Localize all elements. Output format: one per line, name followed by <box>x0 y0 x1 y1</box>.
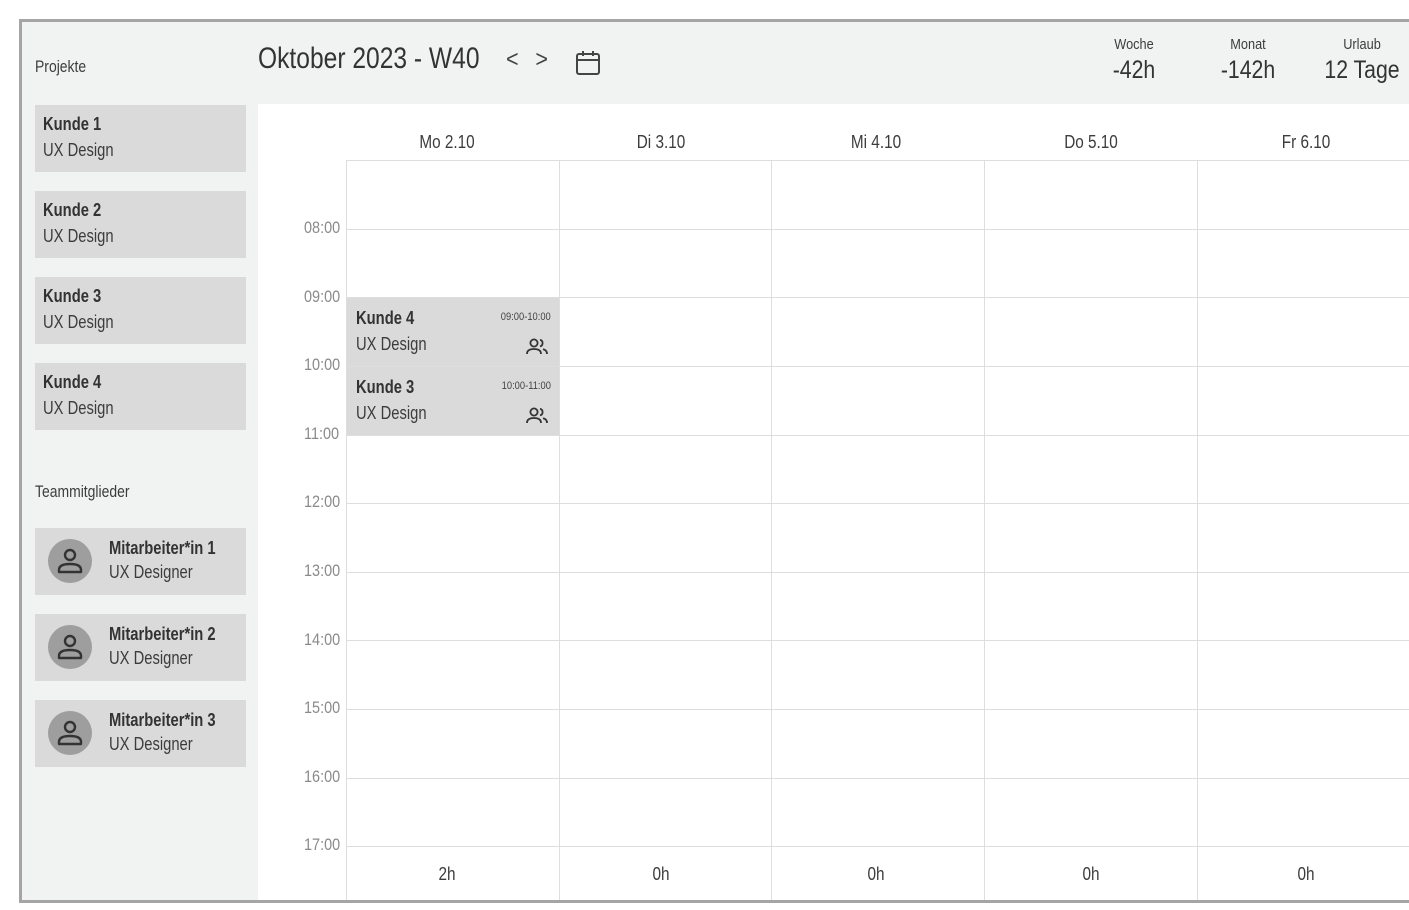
event-type: UX Design <box>356 403 427 423</box>
member-name: Mitarbeiter*in 2 <box>109 624 216 644</box>
calendar-icon[interactable] <box>575 50 601 76</box>
week-calendar: Mo 2.10 Di 3.10 Mi 4.10 Do 5.10 Fr 6.10 … <box>258 104 1409 900</box>
grid-line <box>346 229 1409 230</box>
stat-week: Woche -42h <box>1084 36 1184 85</box>
day-header-di: Di 3.10 <box>636 132 686 152</box>
grid-line <box>346 709 1409 710</box>
member-role: UX Designer <box>109 562 193 582</box>
grid-line <box>346 640 1409 641</box>
stat-value: -42h <box>1112 56 1156 84</box>
project-client: Kunde 1 <box>43 114 102 134</box>
grid-column-line <box>559 160 560 900</box>
grid-column-line <box>1197 160 1198 900</box>
page-title: Oktober 2023 - W40 <box>258 42 480 75</box>
people-icon <box>526 407 548 424</box>
hour-label: 08:00 <box>304 218 341 237</box>
stat-value: -142h <box>1220 56 1276 84</box>
stat-label: Woche <box>1114 36 1154 53</box>
hour-label: 15:00 <box>304 698 341 717</box>
hour-label: 17:00 <box>304 835 341 854</box>
grid-line <box>346 572 1409 573</box>
grid-line <box>346 778 1409 779</box>
member-name: Mitarbeiter*in 1 <box>109 538 216 558</box>
day-header-mo: Mo 2.10 <box>419 132 475 152</box>
day-total-mo: 2h <box>438 864 456 884</box>
team-heading: Teammitglieder <box>35 482 130 501</box>
stat-vacation: Urlaub 12 Tage <box>1302 36 1409 85</box>
event-kunde-4[interactable]: Kunde 4 09:00-10:00 UX Design <box>347 298 559 366</box>
member-card-2[interactable]: Mitarbeiter*in 2 UX Designer <box>35 614 246 681</box>
grid-column-line <box>771 160 772 900</box>
stat-value: 12 Tage <box>1324 56 1400 84</box>
project-client: Kunde 4 <box>43 372 102 392</box>
member-card-1[interactable]: Mitarbeiter*in 1 UX Designer <box>35 528 246 595</box>
hour-label: 11:00 <box>304 424 340 443</box>
hour-label: 09:00 <box>304 287 341 306</box>
sidebar: Projekte Kunde 1 UX Design Kunde 2 UX De… <box>22 22 258 900</box>
event-kunde-3[interactable]: Kunde 3 10:00-11:00 UX Design <box>347 367 559 435</box>
person-icon <box>57 720 83 746</box>
project-card-kunde-3[interactable]: Kunde 3 UX Design <box>35 277 246 344</box>
event-client: Kunde 3 <box>356 377 415 397</box>
event-time: 09:00-10:00 <box>501 311 551 323</box>
project-type: UX Design <box>43 398 114 418</box>
day-header-do: Do 5.10 <box>1064 132 1118 152</box>
grid-column-line <box>984 160 985 900</box>
header: Oktober 2023 - W40 < > Woche -42h Monat … <box>258 22 1409 104</box>
avatar <box>48 711 92 755</box>
week-navigation: < > <box>506 46 553 74</box>
member-name: Mitarbeiter*in 3 <box>109 710 216 730</box>
project-card-kunde-1[interactable]: Kunde 1 UX Design <box>35 105 246 172</box>
project-client: Kunde 2 <box>43 200 102 220</box>
avatar <box>48 539 92 583</box>
project-card-kunde-2[interactable]: Kunde 2 UX Design <box>35 191 246 258</box>
event-time: 10:00-11:00 <box>501 380 551 392</box>
person-icon <box>57 634 83 660</box>
grid-line <box>346 160 1409 161</box>
stat-label: Urlaub <box>1343 36 1381 53</box>
prev-week-button[interactable]: < <box>506 46 524 73</box>
app-frame: Projekte Kunde 1 UX Design Kunde 2 UX De… <box>19 19 1409 903</box>
people-icon <box>526 338 548 355</box>
grid-line <box>346 846 1409 847</box>
project-type: UX Design <box>43 140 114 160</box>
hour-label: 12:00 <box>304 492 341 511</box>
stat-month: Monat -142h <box>1198 36 1298 85</box>
grid-line <box>346 503 1409 504</box>
project-type: UX Design <box>43 312 114 332</box>
day-header-fr: Fr 6.10 <box>1281 132 1331 152</box>
day-total-do: 0h <box>1082 864 1100 884</box>
hour-label: 13:00 <box>304 561 341 580</box>
day-header-mi: Mi 4.10 <box>850 132 902 152</box>
member-role: UX Designer <box>109 648 193 668</box>
stat-label: Monat <box>1230 36 1266 53</box>
hour-label: 14:00 <box>304 630 341 649</box>
day-total-di: 0h <box>652 864 670 884</box>
hour-label: 10:00 <box>304 355 341 374</box>
project-card-kunde-4[interactable]: Kunde 4 UX Design <box>35 363 246 430</box>
projects-heading: Projekte <box>35 57 87 76</box>
grid-line <box>346 435 1409 436</box>
project-type: UX Design <box>43 226 114 246</box>
event-type: UX Design <box>356 334 427 354</box>
grid-column-line <box>346 160 347 900</box>
event-client: Kunde 4 <box>356 308 415 328</box>
member-card-3[interactable]: Mitarbeiter*in 3 UX Designer <box>35 700 246 767</box>
person-icon <box>57 548 83 574</box>
avatar <box>48 625 92 669</box>
hour-label: 16:00 <box>304 767 341 786</box>
day-total-mi: 0h <box>867 864 885 884</box>
project-client: Kunde 3 <box>43 286 102 306</box>
next-week-button[interactable]: > <box>535 46 553 73</box>
day-total-fr: 0h <box>1297 864 1315 884</box>
member-role: UX Designer <box>109 734 193 754</box>
